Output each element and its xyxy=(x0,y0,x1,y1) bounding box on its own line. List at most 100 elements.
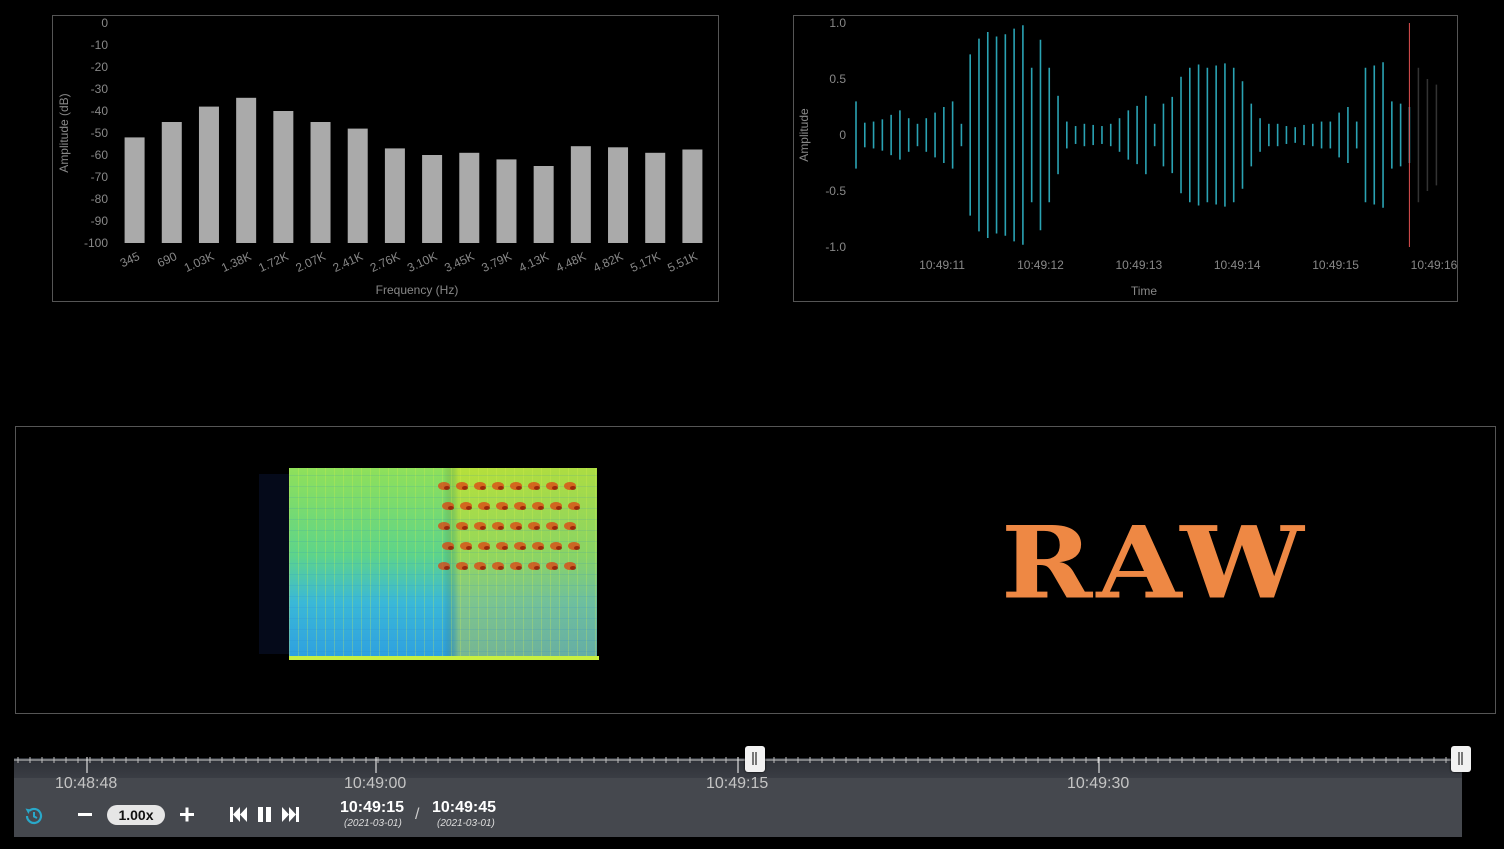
y-tick-label: -30 xyxy=(91,82,109,96)
x-tick-label: 10:49:15 xyxy=(1312,258,1359,272)
x-tick-label: 1.38K xyxy=(219,249,253,275)
timeline-ticks xyxy=(14,757,1462,773)
timeline-tick-label: 10:49:30 xyxy=(1067,775,1130,792)
end-date: (2021-03-01) xyxy=(437,818,495,829)
spectrogram-hotspot xyxy=(444,526,450,530)
spectrogram-hotspot xyxy=(516,526,522,530)
y-tick-label: 0.5 xyxy=(829,72,846,86)
y-tick-label: -100 xyxy=(84,236,108,250)
bar xyxy=(422,155,443,243)
spectrogram-hotspot xyxy=(574,546,580,550)
minus-icon[interactable] xyxy=(77,806,93,827)
plus-icon[interactable] xyxy=(179,806,195,827)
spectrogram-hotspot xyxy=(534,486,540,490)
y-tick-label: 0 xyxy=(101,16,108,30)
x-tick-label: 3.79K xyxy=(479,249,513,275)
spectrogram-hotspot xyxy=(480,566,486,570)
x-tick-label: 4.82K xyxy=(591,249,625,275)
bar xyxy=(533,166,554,243)
spectrogram-hotspot xyxy=(462,566,468,570)
timeline-tick-label: 10:49:15 xyxy=(706,775,769,792)
bar xyxy=(273,111,294,243)
x-tick-label: 4.13K xyxy=(517,249,551,275)
skip-previous-icon[interactable] xyxy=(229,806,249,828)
waveform-chart: 1.0 0.5 0 -0.5 -1.0 10:49:11 10:49:12 10:49:13 1… xyxy=(797,16,1458,298)
spectrogram-hotspot xyxy=(444,566,450,570)
y-tick-label: -10 xyxy=(91,38,109,52)
bar xyxy=(347,128,368,243)
spectrogram-hotspot xyxy=(552,566,558,570)
spectrogram-hotspot xyxy=(552,486,558,490)
spectrogram-hotspot xyxy=(516,566,522,570)
x-tick-label: 10:49:13 xyxy=(1115,258,1162,272)
spectrogram-hotspot xyxy=(498,566,504,570)
y-tick-label: -50 xyxy=(91,126,109,140)
pause-icon[interactable] xyxy=(257,806,273,828)
x-tick-label: 1.72K xyxy=(256,249,290,275)
x-tick-label: 690 xyxy=(155,249,179,270)
media-panel: RAW xyxy=(15,426,1496,714)
spectrum-chart: 0-10-20-30-40-50-60-70-80-90-100345 690 1.… xyxy=(57,16,703,297)
x-tick-label: 2.76K xyxy=(368,249,402,275)
bar xyxy=(682,149,703,243)
bar xyxy=(570,146,591,243)
spectrogram-hotspot xyxy=(444,486,450,490)
spectrogram-hotspot xyxy=(570,526,576,530)
time-separator: / xyxy=(415,806,420,823)
bar xyxy=(459,152,480,243)
speed-indicator[interactable]: 1.00x xyxy=(107,805,165,825)
current-time: 10:49:15 xyxy=(340,799,405,816)
spectrogram-hotspot xyxy=(570,486,576,490)
x-tick-label: 2.07K xyxy=(293,249,327,275)
raw-logo: RAW xyxy=(1001,505,1308,622)
timeline[interactable]: 10:48:48 10:49:00 10:49:15 10:49:30 1.00… xyxy=(14,746,1471,837)
bar xyxy=(310,122,331,243)
spectrum-chart-panel: 0 -10 -20 -30 -40 -50 -60 -70 -80 -90 -100 345 690 1.… xyxy=(52,15,719,302)
spectrogram-hotspot xyxy=(538,546,544,550)
y-axis-label: Amplitude xyxy=(797,108,811,162)
y-tick-label: -80 xyxy=(91,192,109,206)
y-tick-label: -20 xyxy=(91,60,109,74)
spectrogram-hotspot xyxy=(480,486,486,490)
spectrogram-hotspot xyxy=(570,566,576,570)
bar xyxy=(124,137,145,243)
spectrogram-hotspot xyxy=(480,526,486,530)
y-tick-label: -60 xyxy=(91,148,109,162)
spectrogram-hotspot xyxy=(502,546,508,550)
timeline-end-handle[interactable] xyxy=(1451,746,1471,772)
x-tick-label: 10:49:14 xyxy=(1214,258,1261,272)
history-icon[interactable] xyxy=(23,805,45,832)
x-tick-label: 345 xyxy=(118,249,142,270)
skip-next-icon[interactable] xyxy=(281,806,301,828)
spectrogram-hotspot xyxy=(498,486,504,490)
spectrogram-hotspot xyxy=(538,506,544,510)
spectrogram-hotspot xyxy=(556,506,562,510)
spectrogram-hotspot xyxy=(448,506,454,510)
y-tick-label: 0 xyxy=(839,128,846,142)
spectrogram-hotspot xyxy=(462,486,468,490)
x-tick-label: 10:49:11 xyxy=(919,258,965,272)
x-tick-label: 4.48K xyxy=(554,249,588,275)
x-tick-label: 3.45K xyxy=(442,249,476,275)
x-tick-label: 10:49:16 xyxy=(1411,258,1457,272)
x-tick-label: 10:49:12 xyxy=(1017,258,1064,272)
x-tick-label: 5.51K xyxy=(665,249,699,275)
spectrogram-hotspot xyxy=(574,506,580,510)
x-tick-label: 5.17K xyxy=(628,249,662,275)
spectrogram-hotspot xyxy=(556,546,562,550)
spectrogram-hotspot xyxy=(520,546,526,550)
spectrogram-hotspot xyxy=(484,546,490,550)
y-axis-label: Amplitude (dB) xyxy=(57,93,71,172)
bar xyxy=(161,122,182,243)
spectrogram-hotspot xyxy=(534,526,540,530)
current-date: (2021-03-01) xyxy=(344,818,402,829)
bar xyxy=(496,159,517,243)
spectrogram-hotspot xyxy=(498,526,504,530)
spectrogram-image xyxy=(259,468,599,660)
timeline-start-handle[interactable] xyxy=(745,746,765,772)
x-axis-label: Frequency (Hz) xyxy=(376,283,459,297)
end-time: 10:49:45 xyxy=(432,799,497,816)
x-tick-label: 3.10K xyxy=(405,249,439,275)
spectrogram-hotspot xyxy=(466,506,472,510)
bar xyxy=(198,106,219,243)
